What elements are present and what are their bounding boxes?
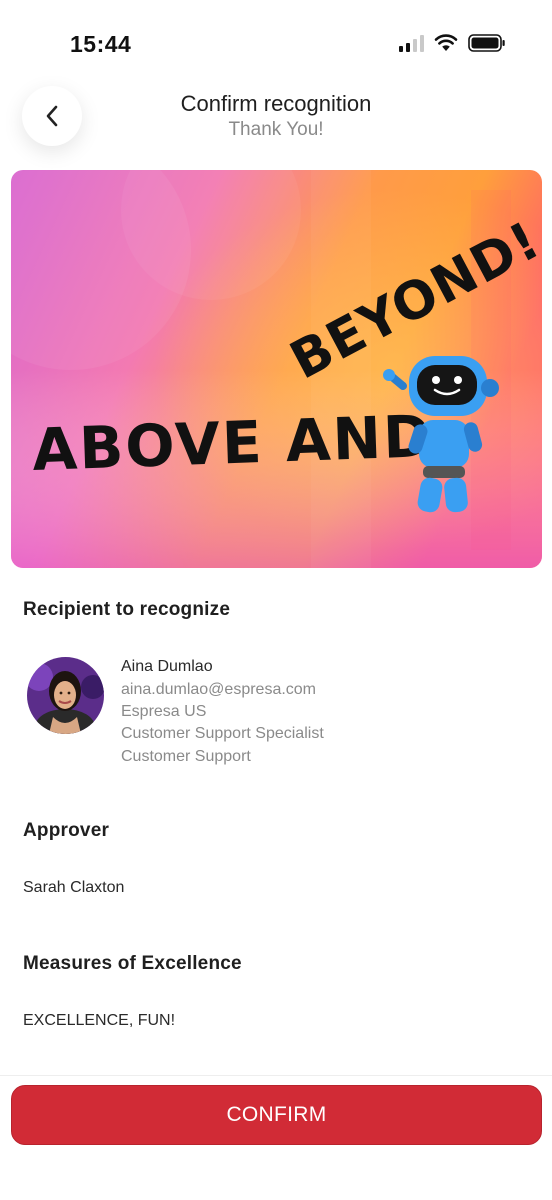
recipient-job-title: Customer Support Specialist — [121, 725, 324, 742]
approver-name: Sarah Claxton — [23, 879, 125, 896]
cellular-signal-icon — [399, 34, 424, 52]
recognition-banner-image: ABOVE AND BEYOND! — [11, 170, 542, 568]
approver-section-title: Approver — [23, 820, 110, 841]
measures-section-title: Measures of Excellence — [23, 953, 242, 974]
wifi-icon — [434, 34, 458, 51]
recipient-company: Espresa US — [121, 703, 207, 720]
status-time: 15:44 — [70, 31, 132, 57]
battery-icon — [468, 34, 505, 52]
page-title: Confirm recognition — [180, 91, 372, 116]
page-subtitle: Thank You! — [228, 119, 324, 140]
footer-divider — [0, 1075, 552, 1076]
recipient-name: Aina Dumlao — [121, 658, 213, 675]
recipient-section-title: Recipient to recognize — [23, 599, 231, 620]
avatar — [27, 657, 104, 734]
recipient-email: aina.dumlao@espresa.com — [121, 681, 317, 698]
measures-value: EXCELLENCE, FUN! — [23, 1012, 176, 1029]
confirm-button[interactable]: CONFIRM — [11, 1085, 542, 1145]
banner-text-above-and: ABOVE AND — [31, 402, 434, 484]
status-bar: 15:44 — [0, 0, 552, 88]
page-header: Confirm recognition Thank You! — [0, 86, 552, 148]
recipient-department: Customer Support — [121, 748, 251, 765]
status-icons — [399, 34, 506, 52]
